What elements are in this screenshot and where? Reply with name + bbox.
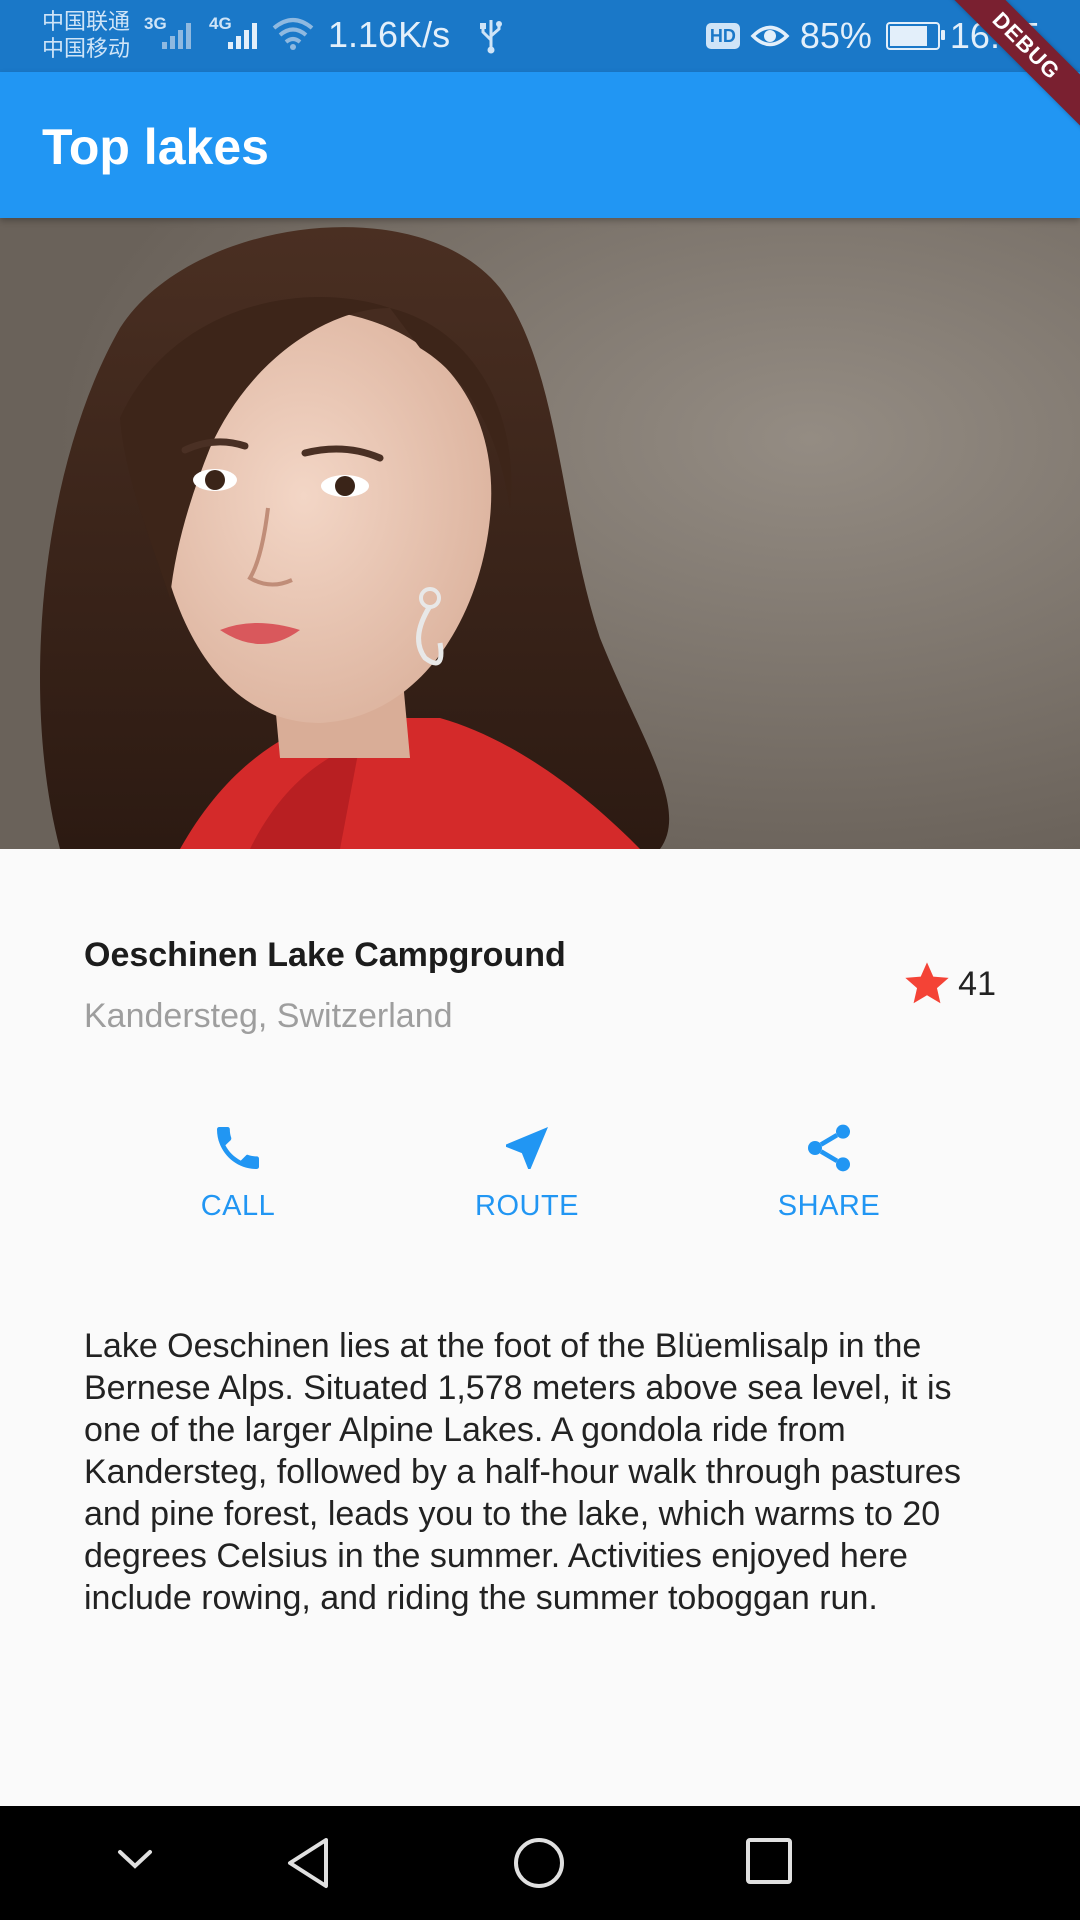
share-icon	[808, 1124, 850, 1172]
title-section: Oeschinen Lake Campground Kandersteg, Sw…	[84, 930, 996, 1050]
collapse-chevron-icon[interactable]	[112, 1836, 158, 1882]
status-bar: 中国联通 中国移动 3G 4G 1.16K/s HD 85%	[0, 0, 1080, 72]
near-me-icon	[506, 1127, 548, 1169]
carrier-labels: 中国联通 中国移动	[42, 8, 130, 62]
share-label: SHARE	[777, 1190, 881, 1222]
place-location: Kandersteg, Switzerland	[84, 997, 453, 1035]
call-label: CALL	[200, 1190, 276, 1222]
battery-icon	[885, 22, 945, 50]
back-icon[interactable]	[284, 1836, 332, 1890]
signal-icon	[162, 23, 191, 49]
carrier-2: 中国移动	[42, 36, 131, 61]
wifi-icon	[272, 18, 314, 50]
route-label: ROUTE	[475, 1190, 579, 1222]
battery-level	[889, 26, 928, 46]
call-button[interactable]: CALL	[138, 1120, 338, 1223]
page-title: Top lakes	[42, 119, 269, 175]
recents-icon[interactable]	[744, 1836, 794, 1886]
home-icon[interactable]	[512, 1836, 566, 1890]
place-name: Oeschinen Lake Campground	[84, 936, 566, 974]
favorite-count: 41	[958, 964, 996, 1003]
description-text: Lake Oeschinen lies at the foot of the B…	[84, 1327, 961, 1617]
portrait-photo	[0, 218, 1080, 849]
hero-image	[0, 218, 1080, 849]
navigation-bar	[0, 1806, 1080, 1920]
star-icon[interactable]	[900, 958, 954, 1010]
usb-icon	[480, 20, 502, 54]
signal-icon	[228, 23, 257, 49]
share-button[interactable]: SHARE	[729, 1120, 929, 1223]
phone-icon	[217, 1127, 259, 1169]
battery-percent: 85%	[799, 15, 872, 56]
action-button-row: CALL ROUTE SHARE	[0, 1120, 1080, 1240]
carrier-1: 中国联通	[42, 9, 131, 34]
eye-comfort-icon	[750, 25, 790, 47]
favorite-rating[interactable]: 41	[900, 958, 996, 1010]
route-button[interactable]: ROUTE	[427, 1120, 627, 1223]
network-speed: 1.16K/s	[328, 14, 451, 55]
hd-badge: HD	[705, 23, 740, 49]
app-bar: Top lakes	[0, 72, 1080, 218]
